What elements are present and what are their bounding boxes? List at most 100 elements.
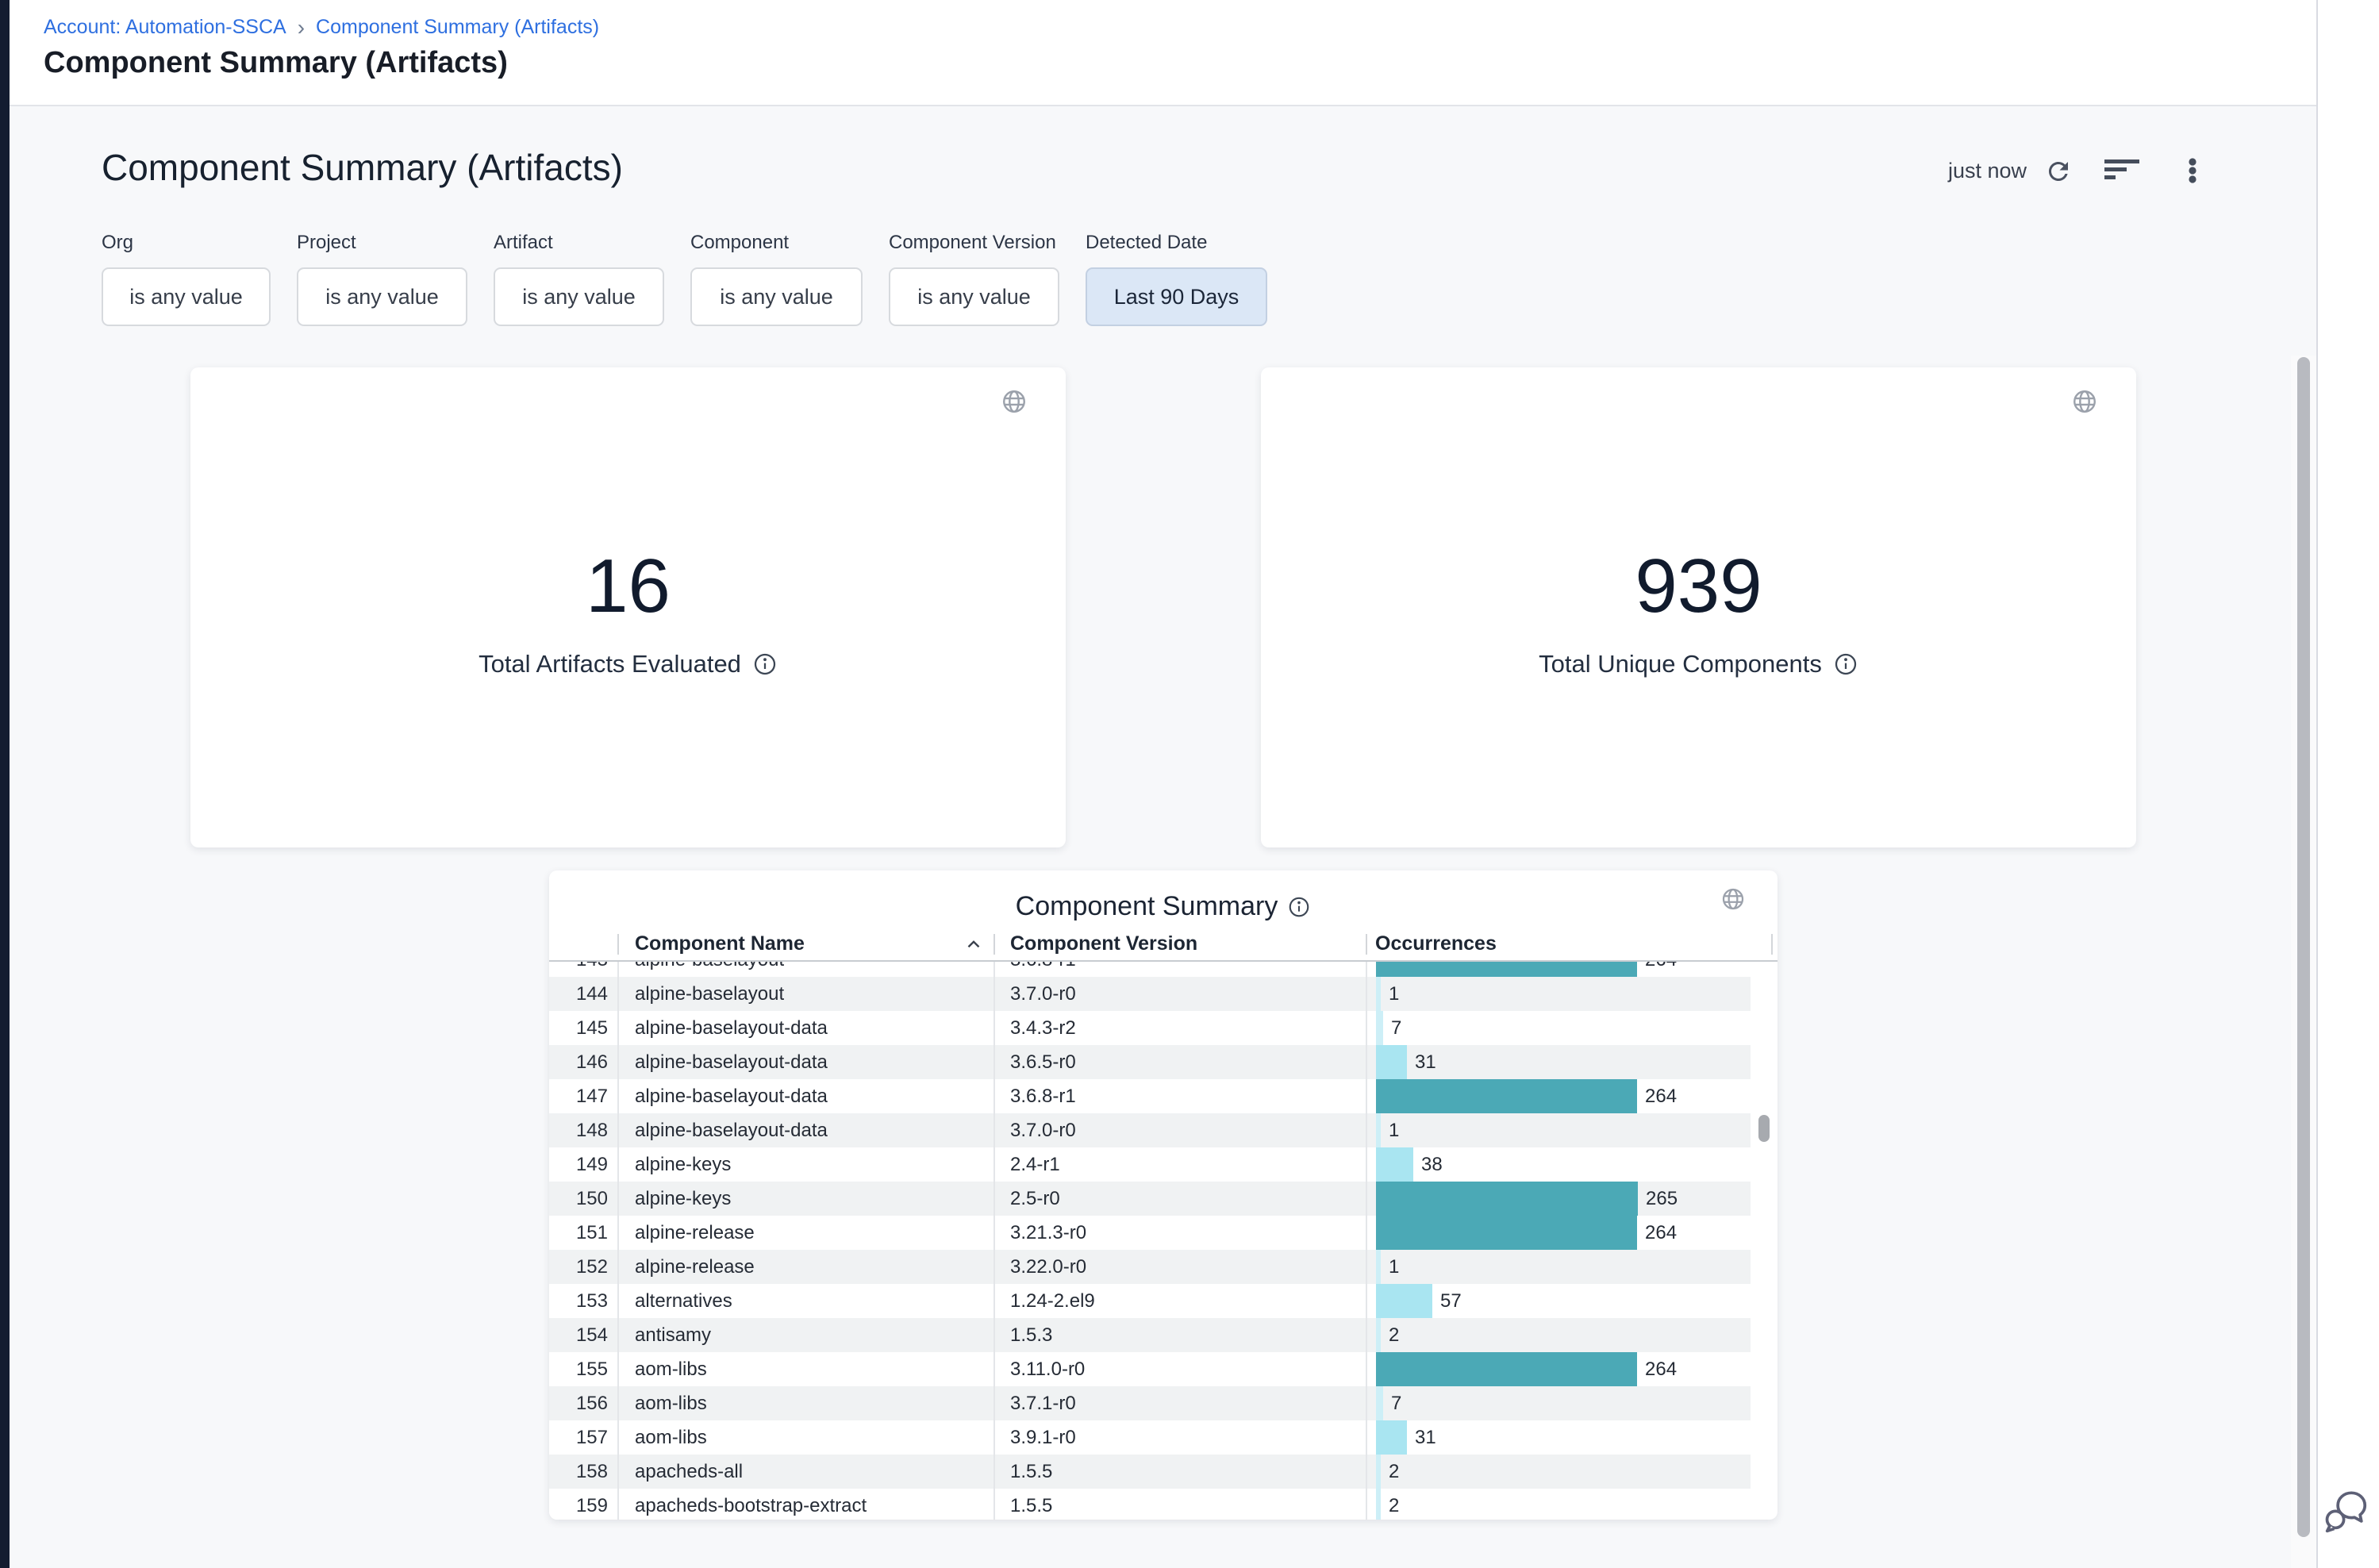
- table-row[interactable]: 151 alpine-release 3.21.3-r0 264: [549, 1216, 1751, 1250]
- component-name-cell: alpine-release: [617, 1250, 993, 1284]
- occurrences-cell: 7: [1366, 1386, 1751, 1420]
- chat-widget-button[interactable]: [2322, 1484, 2374, 1536]
- filter-label: Detected Date: [1086, 232, 1267, 254]
- table-row[interactable]: 158 apacheds-all 1.5.5 2: [549, 1455, 1751, 1489]
- occurrence-value: 7: [1391, 1393, 1401, 1415]
- table-row[interactable]: 155 aom-libs 3.11.0-r0 264: [549, 1352, 1751, 1386]
- dashboard-filters-button[interactable]: [2104, 159, 2139, 180]
- table-row[interactable]: 145 alpine-baselayout-data 3.4.3-r2 7: [549, 1011, 1751, 1045]
- occurrence-value: 38: [1421, 1154, 1443, 1176]
- refresh-icon: [2044, 157, 2073, 186]
- component-name-cell: alpine-keys: [617, 1147, 993, 1182]
- occurrences-cell: 1: [1366, 1113, 1751, 1147]
- filter-icon: [2104, 159, 2139, 180]
- column-header-component-version[interactable]: Component Version: [993, 928, 1366, 960]
- dashboard-title: Component Summary (Artifacts): [102, 146, 623, 189]
- tile-value: 16: [190, 548, 1066, 625]
- occurrence-value: 1: [1389, 1120, 1399, 1142]
- table-row[interactable]: 143 alpine-baselayout 3.6.8-r1 264: [549, 962, 1751, 977]
- component-version-cell: 2.4-r1: [993, 1147, 1366, 1182]
- table-row[interactable]: 153 alternatives 1.24-2.el9 57: [549, 1284, 1751, 1318]
- top-bar: Account: Automation-SSCA › Component Sum…: [10, 0, 2316, 106]
- globe-icon: [1720, 886, 1746, 912]
- table-row[interactable]: 157 aom-libs 3.9.1-r0 31: [549, 1420, 1751, 1455]
- component-version-cell: 3.22.0-r0: [993, 1250, 1366, 1284]
- table-body: 143 alpine-baselayout 3.6.8-r1 264 144 a…: [549, 962, 1751, 1520]
- occurrence-value: 31: [1415, 1051, 1436, 1074]
- table-header-row: Component Name Component Version Occurre…: [549, 928, 1778, 962]
- table-row[interactable]: 154 antisamy 1.5.3 2: [549, 1318, 1751, 1352]
- table-row[interactable]: 150 alpine-keys 2.5-r0 265: [549, 1182, 1751, 1216]
- component-version-cell: 3.7.0-r0: [993, 1113, 1366, 1147]
- column-separator: [617, 934, 619, 955]
- occurrence-bar: [1376, 962, 1637, 977]
- component-name-cell: aom-libs: [617, 1420, 993, 1455]
- info-icon[interactable]: [1287, 895, 1311, 919]
- row-index: 158: [549, 1455, 617, 1489]
- component-version-cell: 3.11.0-r0: [993, 1352, 1366, 1386]
- tile-total-unique-components: 939 Total Unique Components: [1261, 367, 2136, 847]
- filter-group-component: Component is any value: [690, 232, 863, 326]
- occurrence-bar: [1376, 1250, 1381, 1284]
- occurrence-bar: [1376, 1011, 1383, 1045]
- breadcrumb-page-link[interactable]: Component Summary (Artifacts): [316, 16, 599, 39]
- row-index: 146: [549, 1045, 617, 1079]
- table-row[interactable]: 152 alpine-release 3.22.0-r0 1: [549, 1250, 1751, 1284]
- filter-value-button-component[interactable]: is any value: [690, 267, 863, 326]
- filter-value-button-artifact[interactable]: is any value: [494, 267, 664, 326]
- occurrence-value: 2: [1389, 1495, 1399, 1517]
- filter-group-artifact: Artifact is any value: [494, 232, 664, 326]
- table-row[interactable]: 149 alpine-keys 2.4-r1 38: [549, 1147, 1751, 1182]
- component-version-cell: 3.6.5-r0: [993, 1045, 1366, 1079]
- collapsed-sidebar: [0, 0, 10, 1568]
- occurrence-bar: [1376, 1386, 1383, 1420]
- occurrences-cell: 264: [1366, 1079, 1751, 1113]
- filter-value-button-detected-date[interactable]: Last 90 Days: [1086, 267, 1267, 326]
- table-row[interactable]: 159 apacheds-bootstrap-extract 1.5.5 2: [549, 1489, 1751, 1520]
- table-row[interactable]: 148 alpine-baselayout-data 3.7.0-r0 1: [549, 1113, 1751, 1147]
- occurrences-cell: 7: [1366, 1011, 1751, 1045]
- breadcrumb-chevron-icon: ›: [298, 17, 305, 37]
- filter-value-button-org[interactable]: is any value: [102, 267, 271, 326]
- filter-value-button-project[interactable]: is any value: [297, 267, 467, 326]
- column-header-component-name[interactable]: Component Name: [617, 928, 993, 960]
- info-icon[interactable]: [752, 651, 778, 677]
- row-index: 147: [549, 1079, 617, 1113]
- occurrences-cell: 2: [1366, 1489, 1751, 1520]
- table-title: Component Summary: [1016, 891, 1278, 922]
- occurrence-bar: [1376, 1420, 1407, 1455]
- row-index: 145: [549, 1011, 617, 1045]
- occurrence-value: 264: [1645, 962, 1677, 971]
- component-version-cell: 3.6.8-r1: [993, 962, 1366, 977]
- breadcrumb-account-link[interactable]: Account: Automation-SSCA: [44, 16, 286, 39]
- column-separator: [1771, 934, 1773, 955]
- occurrence-bar: [1376, 1079, 1637, 1113]
- component-name-cell: aom-libs: [617, 1386, 993, 1420]
- info-icon[interactable]: [1833, 651, 1858, 677]
- occurrence-bar: [1376, 1318, 1381, 1352]
- refresh-button[interactable]: [2044, 157, 2073, 186]
- component-name-cell: alpine-baselayout-data: [617, 1079, 993, 1113]
- dashboard-more-menu-button[interactable]: [2185, 158, 2200, 183]
- component-name-cell: alpine-baselayout: [617, 977, 993, 1011]
- table-row[interactable]: 146 alpine-baselayout-data 3.6.5-r0 31: [549, 1045, 1751, 1079]
- occurrence-value: 265: [1646, 1188, 1678, 1210]
- component-name-cell: alpine-baselayout: [617, 962, 993, 977]
- component-name-cell: apacheds-bootstrap-extract: [617, 1489, 993, 1520]
- filter-group-project: Project is any value: [297, 232, 467, 326]
- filter-label: Org: [102, 232, 271, 254]
- page-scrollbar-thumb[interactable]: [2297, 357, 2310, 1537]
- table-row[interactable]: 147 alpine-baselayout-data 3.6.8-r1 264: [549, 1079, 1751, 1113]
- column-header-occurrences[interactable]: Occurrences: [1366, 928, 1778, 960]
- filter-value-button-component-version[interactable]: is any value: [889, 267, 1059, 326]
- occurrence-bar: [1376, 977, 1381, 1011]
- occurrence-value: 57: [1440, 1290, 1462, 1312]
- occurrences-cell: 1: [1366, 1250, 1751, 1284]
- table-scrollbar-thumb[interactable]: [1758, 1115, 1770, 1142]
- table-row[interactable]: 144 alpine-baselayout 3.7.0-r0 1: [549, 977, 1751, 1011]
- kebab-menu-icon: [2185, 158, 2200, 183]
- component-version-cell: 1.5.5: [993, 1455, 1366, 1489]
- occurrence-bar: [1376, 1113, 1381, 1147]
- occurrences-cell: 57: [1366, 1284, 1751, 1318]
- table-row[interactable]: 156 aom-libs 3.7.1-r0 7: [549, 1386, 1751, 1420]
